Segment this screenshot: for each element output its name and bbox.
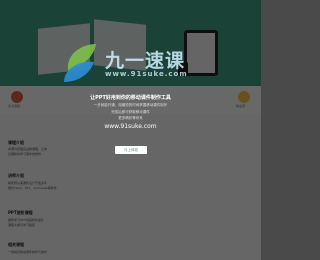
watermark-logo: 九一速课 www.91suke.com <box>60 40 210 85</box>
modal-overlay[interactable] <box>0 0 261 260</box>
leaf-logo-icon <box>64 44 96 82</box>
modal-url: www.91suke.com <box>104 123 157 130</box>
modal-title: 让PPT好用到你的移动课件制作工具 <box>90 95 171 101</box>
try-now-button[interactable]: 马上体验 <box>115 146 147 154</box>
modal-line: 完成后即可获取移动课件 <box>111 110 150 114</box>
modal-subtitle: 一步就能开通，用最短的时间掌握移动课件制作 <box>93 103 168 107</box>
modal-line: 更多精彩等你来 <box>118 116 143 120</box>
logo-name: 九一速课 <box>105 50 186 72</box>
logo-url: www.91suke.com <box>105 70 188 78</box>
